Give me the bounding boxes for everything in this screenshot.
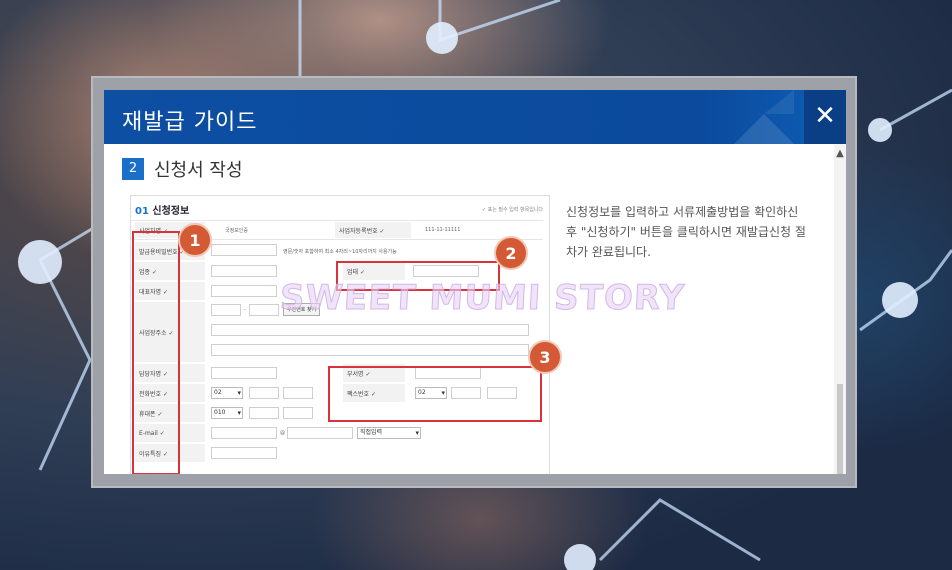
mobile-mid-input[interactable] [249,407,279,419]
modal-header: 재발급 가이드 ✕ [104,90,846,144]
address-input-2[interactable] [211,344,529,356]
zip-input-2[interactable] [249,304,279,316]
modal-scrollbar[interactable]: ▲ [834,144,846,474]
email-id-input[interactable] [211,427,277,439]
highlight-box-3 [328,366,542,422]
step-number-badge: 2 [122,158,144,180]
marker-1: 1 [178,223,212,257]
email-domain-select[interactable]: 직접입력 [357,427,421,439]
step-title: 신청서 작성 [154,160,243,181]
phone-end-input[interactable] [283,387,313,399]
required-note: ✓ 표는 필수 입력 항목입니다 [481,207,543,213]
reason-input[interactable] [211,447,277,459]
mobile-end-input[interactable] [283,407,313,419]
row-reason: 이유특징 ✓ [135,444,547,462]
form-section-title: 01 신청정보 [135,206,190,217]
phone-mid-input[interactable] [249,387,279,399]
highlight-box-1 [132,231,180,474]
guide-description: 신청정보를 입력하고 서류제출방법을 확인하신 후 "신청하기" 버튼을 클릭하… [566,205,806,259]
manager-input[interactable] [211,367,277,379]
phone-prefix-select[interactable]: 02 [211,387,243,399]
email-domain-input[interactable] [287,427,353,439]
close-icon: ✕ [814,101,836,131]
close-button[interactable]: ✕ [804,90,846,144]
watermark: SWEET MUMI STORY [278,278,686,319]
header-decoration [734,90,794,144]
industry-input[interactable] [211,265,277,277]
address-input-1[interactable] [211,324,529,336]
mobile-prefix-select[interactable]: 010 [211,407,243,419]
zip-input-1[interactable] [211,304,241,316]
marker-3: 3 [528,340,562,374]
marker-2: 2 [494,236,528,270]
scroll-thumb[interactable] [837,384,843,474]
ceo-input[interactable] [211,285,277,297]
modal-title: 재발급 가이드 [122,110,258,135]
row-email: E-mail ✓ @ 직접입력 [135,424,547,442]
scroll-up-icon[interactable]: ▲ [834,148,846,160]
password-input[interactable] [211,244,277,256]
